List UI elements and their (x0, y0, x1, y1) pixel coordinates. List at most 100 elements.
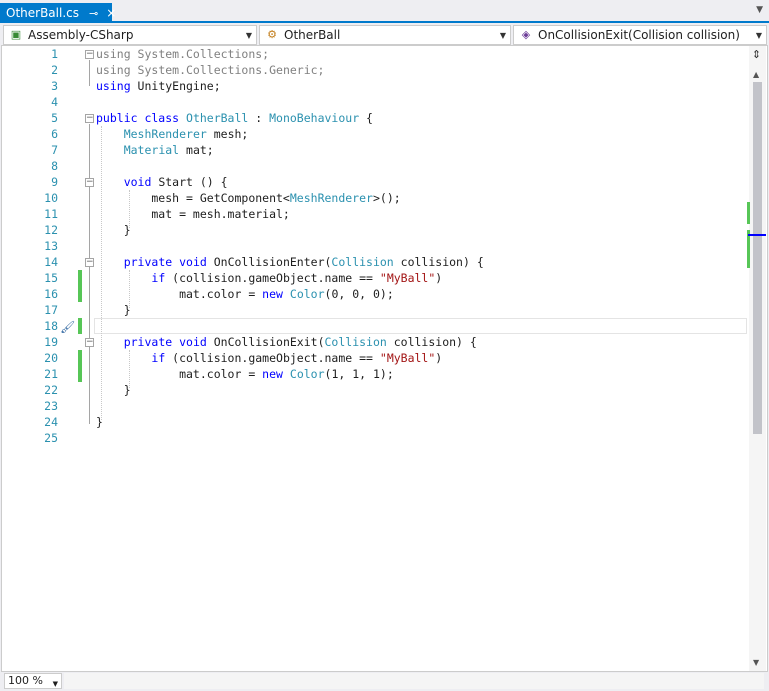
line-number: 23 (44, 399, 58, 413)
method-icon: ◈ (521, 28, 531, 41)
code-line: } (96, 414, 103, 430)
change-indicator (78, 350, 82, 382)
code-line: private void OnCollisionExit(Collision c… (96, 334, 477, 350)
code-token: using (96, 79, 131, 93)
project-dropdown-label: Assembly-CSharp (28, 28, 134, 42)
code-token: OnCollisionExit( (206, 335, 325, 349)
tab-overflow-dropdown-icon[interactable]: ▼ (756, 5, 763, 15)
collapse-toggle-icon[interactable]: − (85, 114, 94, 123)
navigation-bar: ▣ Assembly-CSharp ▼ ⚙ OtherBall ▼ ◈ OnCo… (0, 25, 769, 45)
class-dropdown[interactable]: ⚙ OtherBall ▼ (259, 25, 511, 45)
scrollbar-thumb[interactable] (753, 82, 762, 434)
line-number: 2 (51, 63, 58, 77)
code-token: collision) { (393, 255, 484, 269)
code-token: OtherBall (186, 111, 249, 125)
code-line: } (96, 222, 131, 238)
scroll-up-icon[interactable]: ▲ (753, 70, 759, 79)
code-token: Start () { (151, 175, 228, 189)
code-line: } (96, 382, 131, 398)
code-token: if (151, 351, 166, 365)
code-token: >(); (372, 191, 401, 205)
code-token: private void (123, 335, 207, 349)
code-token: mesh; (206, 127, 249, 141)
scrollbar-change-marker (747, 202, 750, 224)
code-token: } (96, 383, 131, 397)
line-number: 3 (51, 79, 58, 93)
quick-actions-brush-icon[interactable]: 🖌 (60, 320, 75, 334)
code-token: collision) { (386, 335, 477, 349)
close-icon[interactable]: × (106, 6, 116, 20)
code-line: if (collision.gameObject.name == "MyBall… (96, 350, 442, 366)
code-token: mat; (179, 143, 214, 157)
code-line: void Start () { (96, 174, 228, 190)
project-dropdown[interactable]: ▣ Assembly-CSharp ▼ (3, 25, 257, 45)
line-number: 7 (51, 143, 58, 157)
member-dropdown-label: OnCollisionExit(Collision collision) (538, 28, 740, 42)
code-token: (collision.gameObject.name == (165, 351, 380, 365)
change-indicator (78, 270, 82, 302)
code-token: { (359, 111, 373, 125)
code-token: MeshRenderer (289, 191, 373, 205)
code-token: UnityEngine; (130, 79, 221, 93)
code-token: using (96, 63, 131, 77)
horizontal-scrollbar[interactable] (64, 673, 764, 689)
code-token: MonoBehaviour (269, 111, 360, 125)
class-dropdown-label: OtherBall (284, 28, 341, 42)
split-window-icon[interactable]: ⇕ (750, 48, 763, 61)
tab-otherball-cs[interactable]: OtherBall.cs ⊸ × (0, 3, 116, 23)
line-number: 20 (44, 351, 58, 365)
code-token: Color (289, 287, 325, 301)
code-token: mesh = GetComponent< (96, 191, 290, 205)
code-token: using (96, 47, 131, 61)
code-token: } (96, 303, 131, 317)
vertical-scrollbar[interactable]: ⇕ ▲ ▼ (749, 46, 766, 671)
line-number: 4 (51, 95, 58, 109)
line-number: 16 (44, 287, 58, 301)
tab-title: OtherBall.cs (6, 6, 79, 20)
outline-line (89, 60, 90, 86)
code-line: Material mat; (96, 142, 214, 158)
line-number: 5 (51, 111, 58, 125)
code-editor[interactable]: 1 2 3 4 5 6 7 8 9 10 11 12 13 14 15 16 17 18 19 20 21 22 23 24 2… (1, 45, 768, 672)
code-line: mat.color = new Color(1, 1, 1); (96, 366, 394, 382)
line-number: 22 (44, 383, 58, 397)
code-token: mat = mesh.material; (96, 207, 290, 221)
collapse-toggle-icon[interactable]: − (85, 50, 94, 59)
code-line: using System.Collections; (96, 46, 269, 62)
code-token: mat.color = (96, 367, 263, 381)
code-token: Collision (331, 255, 394, 269)
code-line: mat = mesh.material; (96, 206, 290, 222)
line-number: 10 (44, 191, 58, 205)
line-number: 8 (51, 159, 58, 173)
change-indicator (78, 318, 82, 334)
zoom-level: 100 % (8, 674, 43, 687)
code-line: using System.Collections.Generic; (96, 62, 325, 78)
code-line: mesh = GetComponent<MeshRenderer>(); (96, 190, 401, 206)
collapse-toggle-icon[interactable]: − (85, 258, 94, 267)
document-tab-bar: OtherBall.cs ⊸ × ▼ (0, 0, 769, 23)
code-token: OnCollisionEnter( (206, 255, 332, 269)
member-dropdown[interactable]: ◈ OnCollisionExit(Collision collision) ▼ (513, 25, 767, 45)
code-line: if (collision.gameObject.name == "MyBall… (96, 270, 442, 286)
collapse-toggle-icon[interactable]: − (85, 178, 94, 187)
editor-status-bar: 100 % ▼ (0, 672, 769, 691)
chevron-down-icon: ▼ (245, 31, 252, 40)
scrollbar-caret-marker (748, 234, 766, 236)
code-line: private void OnCollisionEnter(Collision … (96, 254, 484, 270)
line-number: 6 (51, 127, 58, 141)
pin-icon[interactable]: ⊸ (89, 7, 98, 20)
zoom-dropdown[interactable]: 100 % ▼ (4, 673, 62, 689)
code-token: (collision.gameObject.name == (165, 271, 380, 285)
outline-line (89, 124, 90, 424)
code-token: } (96, 223, 131, 237)
line-number: 14 (44, 255, 58, 269)
collapse-toggle-icon[interactable]: − (85, 338, 94, 347)
scroll-down-icon[interactable]: ▼ (753, 658, 759, 667)
code-line: using UnityEngine; (96, 78, 221, 94)
